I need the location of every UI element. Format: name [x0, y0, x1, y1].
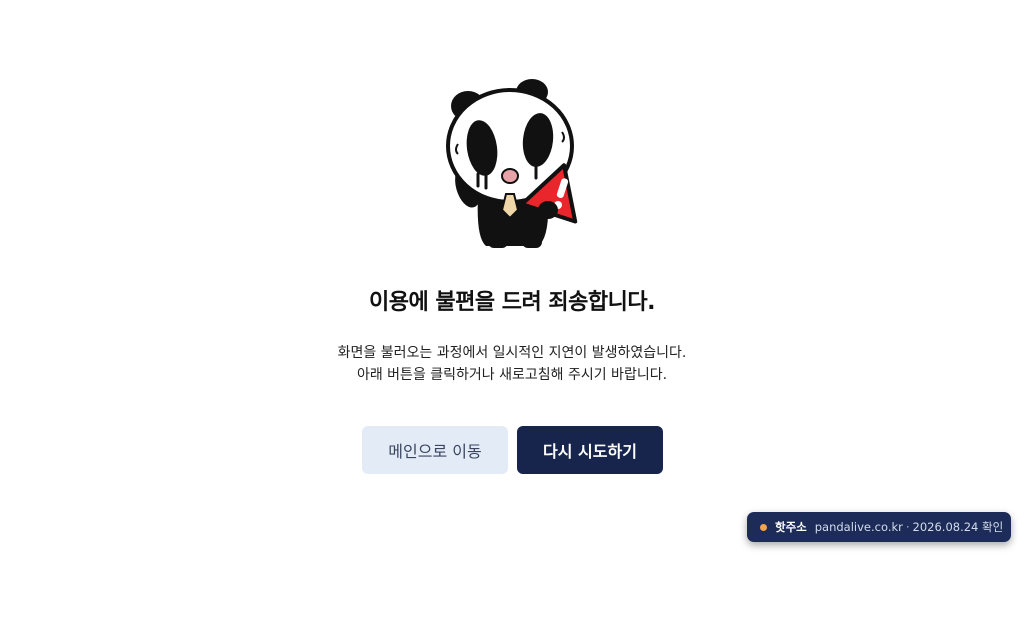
- hot-address-toast[interactable]: 핫주소 pandalive.co.kr · 2026.08.24 확인: [747, 512, 1011, 542]
- go-main-button[interactable]: 메인으로 이동: [362, 426, 508, 474]
- error-message: 화면을 불러오는 과정에서 일시적인 지연이 발생하였습니다. 아래 버튼을 클…: [0, 342, 1024, 386]
- toast-name: 핫주소: [775, 520, 807, 534]
- status-dot-icon: [760, 523, 767, 531]
- retry-button[interactable]: 다시 시도하기: [517, 426, 663, 474]
- error-message-line-1: 화면을 불러오는 과정에서 일시적인 지연이 발생하였습니다.: [337, 345, 687, 361]
- toast-domain: pandalive.co.kr: [814, 520, 903, 534]
- error-message-line-2: 아래 버튼을 클릭하거나 새로고침해 주시기 바랍니다.: [356, 367, 668, 383]
- error-title: 이용에 불편을 드려 죄송합니다.: [369, 290, 655, 315]
- panda-warning-icon: [446, 79, 578, 248]
- toast-checked-date: 2026.08.24 확인: [912, 520, 1004, 534]
- toast-separator: ·: [905, 520, 910, 534]
- error-page: 이용에 불편을 드려 죄송합니다. 화면을 불러오는 과정에서 일시적인 지연이…: [0, 0, 1024, 640]
